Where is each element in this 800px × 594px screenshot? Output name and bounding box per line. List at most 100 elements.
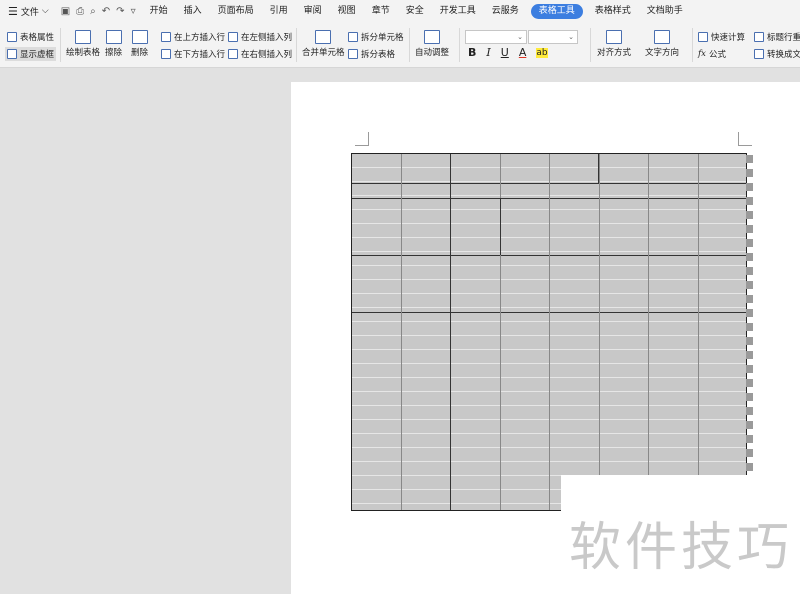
ribbon-toolbar: 表格属性 显示虚框 绘制表格 擦除 删除 在上方插入行 在下方插入行 在左侧插入… [0,22,800,68]
auto-adjust-icon [424,30,440,44]
formula-icon: fx [698,49,706,59]
split-cells-button[interactable]: 拆分单元格 [348,31,404,43]
grid-icon [7,49,17,59]
insert-col-left-icon [228,32,238,42]
tab-page-layout[interactable]: 页面布局 [210,0,262,22]
ribbon-tabs: 开始 插入 页面布局 引用 审阅 视图 章节 安全 开发工具 云服务 表格工具 … [142,0,691,22]
tab-doc-assistant[interactable]: 文档助手 [639,0,691,22]
font-color-button[interactable]: A [519,46,527,59]
ribbon-divider [60,28,61,62]
insert-row-below-label: 在下方插入行 [174,50,226,60]
table-properties-label: 表格属性 [20,33,55,43]
insert-col-right-button[interactable]: 在右侧插入列 [228,48,292,60]
header-repeat-button[interactable]: 标题行重 [754,31,800,43]
text-direction-button[interactable]: 文字方向 [645,30,679,58]
ribbon-divider [296,28,297,62]
watermark-text: 软件技巧 [569,518,794,578]
convert-to-text-label: 转换成文 [767,50,800,60]
split-table-label: 拆分表格 [361,50,396,60]
save-icon[interactable]: ▣ [61,6,70,17]
delete-table-icon [131,30,148,44]
highlight-button[interactable]: ab [536,47,548,58]
eraser-icon [105,30,122,44]
draw-table-button[interactable]: 绘制表格 [66,30,100,58]
table-cell-border [500,198,501,255]
print-icon[interactable]: ⎙ [76,6,84,17]
delete-label: 删除 [131,48,149,58]
font-name-select[interactable]: ⌄ [465,30,527,44]
align-icon [606,30,622,44]
draw-table-icon [75,30,91,44]
header-repeat-icon [754,32,764,42]
table-col-line [450,154,451,510]
print-preview-icon[interactable]: ⌕ [90,6,96,17]
document-table[interactable] [351,153,747,511]
convert-to-text-button[interactable]: 转换成文 [754,48,800,60]
ribbon-divider [409,28,410,62]
text-direction-icon [654,30,670,44]
file-menu[interactable]: ☰ 文件 ⌵ [0,0,55,22]
underline-button[interactable]: U [501,46,509,59]
tab-view[interactable]: 视图 [330,0,364,22]
insert-col-left-button[interactable]: 在左侧插入列 [228,31,292,43]
auto-adjust-button[interactable]: 自动调整 [415,30,449,58]
convert-icon [754,49,764,59]
quick-calc-button[interactable]: 快速计算 [698,31,745,43]
header-repeat-label: 标题行重 [767,33,800,43]
tab-section[interactable]: 章节 [364,0,398,22]
draw-table-label: 绘制表格 [66,48,101,58]
ribbon-divider [692,28,693,62]
split-table-button[interactable]: 拆分表格 [348,48,395,60]
calculator-icon [698,32,708,42]
tab-developer[interactable]: 开发工具 [432,0,484,22]
tab-home[interactable]: 开始 [142,0,176,22]
redo-icon[interactable]: ↷ [116,6,124,17]
crop-mark-top-left [355,132,369,146]
tab-security[interactable]: 安全 [398,0,432,22]
table-cell-border [598,154,599,183]
table-col-line [401,154,402,510]
table-col-line [549,154,550,510]
insert-row-below-button[interactable]: 在下方插入行 [161,48,225,60]
menu-bar: ☰ 文件 ⌵ ▣ ⎙ ⌕ ↶ ↷ ▿ 开始 插入 页面布局 引用 审阅 视图 章… [0,0,800,22]
tab-table-style[interactable]: 表格样式 [587,0,639,22]
tab-references[interactable]: 引用 [262,0,296,22]
tab-table-tools[interactable]: 表格工具 [530,3,583,19]
insert-col-left-label: 在左侧插入列 [241,33,293,43]
split-cells-icon [348,32,358,42]
split-cells-label: 拆分单元格 [361,33,404,43]
watermark: 软件技巧 [561,475,800,594]
format-buttons: B I U A ab [468,46,548,59]
file-menu-label: 文件 [20,7,39,18]
show-grid-label: 显示虚框 [20,50,55,60]
tab-cloud[interactable]: 云服务 [484,0,527,22]
auto-adjust-label: 自动调整 [415,48,450,58]
formula-button[interactable]: fx 公式 [698,48,726,60]
merge-cells-button[interactable]: 合并单元格 [302,30,345,58]
undo-icon[interactable]: ↶ [102,6,110,17]
table-properties-button[interactable]: 表格属性 [7,31,54,43]
chevron-down-icon: ⌵ [41,6,49,16]
merge-cells-icon [315,30,332,44]
insert-row-above-button[interactable]: 在上方插入行 [161,31,225,43]
insert-col-right-icon [228,49,238,59]
italic-button[interactable]: I [486,46,490,59]
tab-review[interactable]: 审阅 [296,0,330,22]
bold-button[interactable]: B [468,46,476,59]
text-direction-label: 文字方向 [645,48,680,58]
quick-calc-label: 快速计算 [711,33,746,43]
table-col-line [698,154,699,510]
hamburger-icon: ☰ [8,4,18,18]
row-resize-markers[interactable] [746,155,753,473]
erase-button[interactable]: 擦除 [105,30,122,58]
delete-button[interactable]: 删除 [131,30,148,58]
erase-label: 擦除 [105,48,123,58]
font-size-select[interactable]: ⌄ [528,30,578,44]
align-label: 对齐方式 [597,48,632,58]
customize-icon[interactable]: ▿ [131,6,136,17]
tab-insert[interactable]: 插入 [176,0,210,22]
show-grid-button[interactable]: 显示虚框 [5,47,57,61]
insert-col-right-label: 在右侧插入列 [241,50,293,60]
formula-label: 公式 [708,50,726,60]
align-button[interactable]: 对齐方式 [597,30,631,58]
